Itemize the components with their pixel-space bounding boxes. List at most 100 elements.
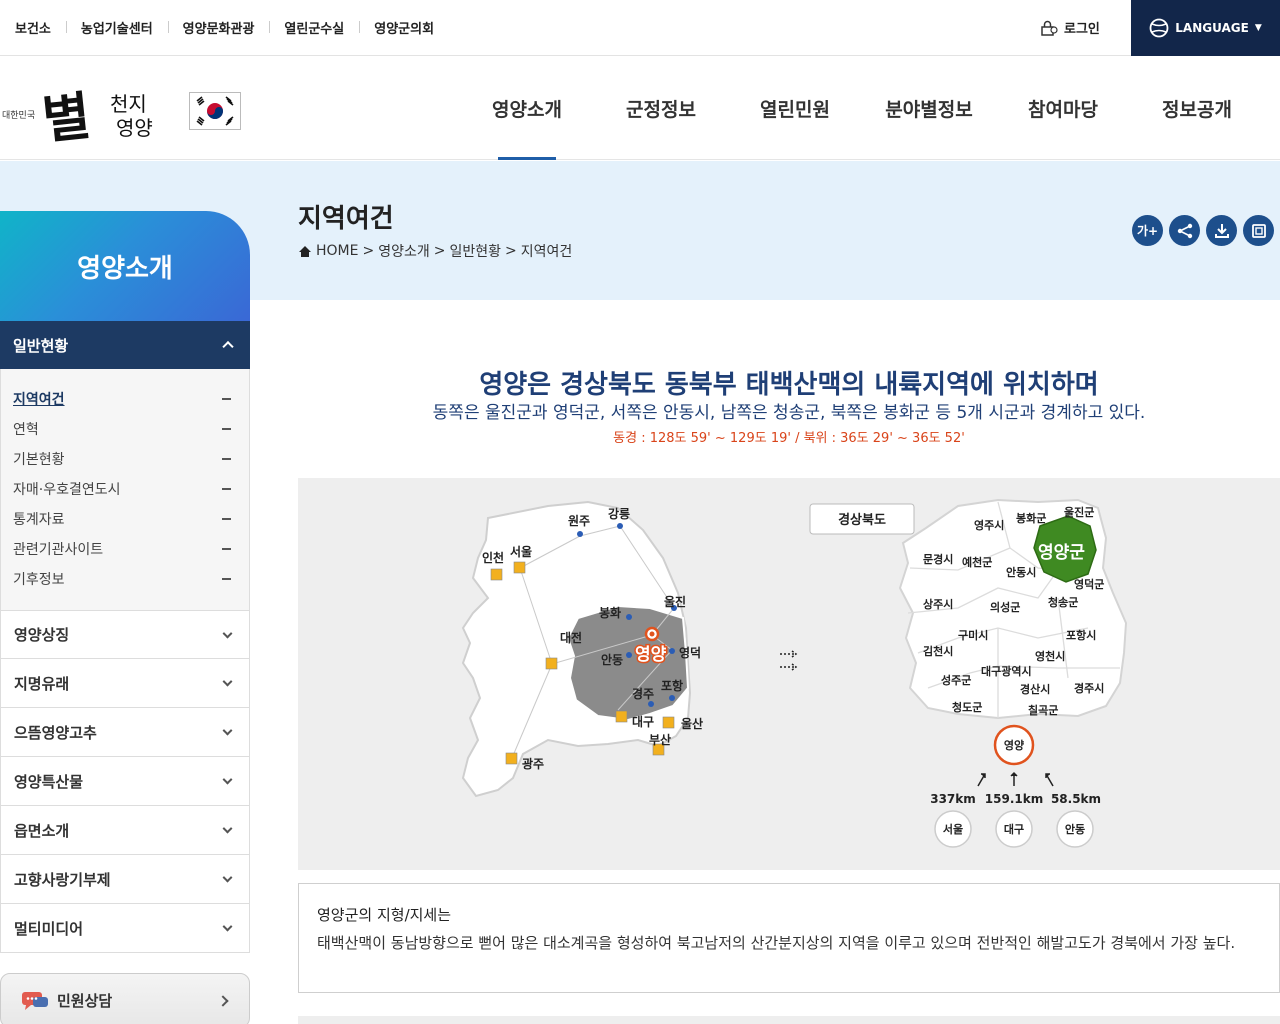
nav-civil[interactable]: 열린민원 [728,56,862,160]
submenu-item-stats[interactable]: 통계자료 [1,504,249,534]
login-button[interactable]: 로그인 [1040,0,1100,55]
sidebar-menu: 영양상징 지명유래 으뜸영양고추 영양특산물 읍면소개 고향사랑기부제 멀티미디… [0,610,250,953]
sidebar-item-label: 으뜸영양고추 [14,723,97,742]
submenu-item-history[interactable]: 연혁 [1,414,249,444]
sidebar-item-symbol[interactable]: 영양상징 [0,610,250,659]
language-button[interactable]: LANGUAGE ▼ [1131,0,1280,56]
login-label: 로그인 [1064,22,1100,37]
map-label-daejeon: 대전 [560,630,582,645]
top-link-agri[interactable]: 농업기술센터 [65,18,168,37]
map-label-pohang: 포항 [661,678,683,693]
submenu-item-sister[interactable]: 자매·우호결연도시 [1,474,249,504]
language-label: LANGUAGE [1175,21,1249,35]
chevron-down-icon [222,774,233,785]
gb-label-uiseong: 의성군 [990,600,1020,614]
distance-city-seoul: 서울 [943,822,963,836]
distance-km-andong: 58.5km [1051,792,1101,806]
sidebar-item-label: 멀티미디어 [14,919,84,938]
submenu-item-sites[interactable]: 관련기관사이트 [1,534,249,564]
location-map: 원주 강릉 인천 서울 봉화 울진 대전 안동 영양 영덕 경주 포항 대구 울… [298,478,1280,870]
sidebar-item-label: 읍면소개 [14,821,70,840]
chevron-down-icon [222,921,233,932]
gb-label-yeongdeok: 영덕군 [1074,577,1104,591]
gb-label-sangju: 상주시 [923,597,953,611]
breadcrumb-sep: > [362,243,375,259]
gb-map-label: 경상북도 [838,512,886,528]
gb-label-seongju: 성주군 [941,673,971,687]
logo-small-text: 대한민국 [2,111,36,121]
sidebar-item-general[interactable]: 일반현황 [0,321,250,369]
gb-label-yecheon: 예천군 [962,555,992,569]
chevron-down-icon [222,725,233,736]
home-icon [299,245,311,257]
civil-consult-button[interactable]: 민원상담 [0,973,250,1024]
sidebar-item-multimedia[interactable]: 멀티미디어 [0,904,250,953]
map-label-busan: 부산 [649,732,671,747]
gb-label-daegu: 대구광역시 [981,664,1032,678]
nav-participation[interactable]: 참여마당 [996,56,1130,160]
gb-label-chilgok: 칠곡군 [1028,703,1058,717]
map-label-uljin: 울진 [664,594,686,609]
print-icon [1251,223,1266,238]
map-label-seoul: 서울 [510,544,532,559]
gb-label-gyeongsan: 경산시 [1020,682,1050,696]
gb-label-yeongyang: 영양군 [1038,543,1085,563]
submenu-item-climate[interactable]: 기후정보 [1,564,249,594]
nav-disclosure[interactable]: 정보공개 [1130,56,1264,160]
breadcrumb-general[interactable]: 일반현황 [449,241,501,261]
top-link-mayor[interactable]: 열린군수실 [269,18,359,37]
top-link-health[interactable]: 보건소 [0,18,66,37]
sidebar-item-origin[interactable]: 지명유래 [0,659,250,708]
top-link-tour[interactable]: 영양문화관광 [167,18,270,37]
sidebar-item-specialty[interactable]: 영양특산물 [0,757,250,806]
distance-center-label: 영양 [1004,738,1024,752]
map-label-wonju: 원주 [568,514,590,528]
civil-consult-label: 민원상담 [57,992,113,1010]
page-title: 지역여건 [298,204,394,234]
map-label-gyeongju: 경주 [632,687,654,701]
distance-km-seoul: 337km [930,792,976,806]
download-icon [1214,223,1229,238]
lead-coordinates: 동경 : 128도 59' ~ 129도 19' / 북위 : 36도 29' … [613,431,965,446]
gb-label-gumi: 구미시 [958,628,988,642]
sidebar-title: 영양소개 [0,211,250,321]
globe-icon [1149,18,1169,38]
gb-label-andong: 안동시 [1006,565,1036,579]
font-size-button[interactable]: 가+ [1132,215,1163,246]
nav-field[interactable]: 분야별정보 [862,56,996,160]
breadcrumb-home[interactable]: HOME [316,243,358,259]
submenu-item-basic[interactable]: 기본현황 [1,444,249,474]
map-label-gwangju: 광주 [522,756,544,771]
site-logo[interactable]: 대한민국 별 천지 영양 [0,68,250,152]
sidebar-item-donation[interactable]: 고향사랑기부제 [0,855,250,904]
chevron-down-icon [222,628,233,639]
logo-sub-text: 천지 영양 [110,92,153,140]
map-label-andong: 안동 [601,652,623,667]
map-label-yeongyang: 영양 [635,645,667,665]
sidebar-item-label: 고향사랑기부제 [14,870,111,889]
sidebar-item-pepper[interactable]: 으뜸영양고추 [0,708,250,757]
page-tools: 가+ [1132,215,1274,246]
sidebar-item-label: 일반현황 [13,336,69,355]
breadcrumb-sep: > [433,243,446,259]
share-button[interactable] [1169,215,1200,246]
chevron-down-icon [222,676,233,687]
sidebar-item-label: 영양특산물 [14,772,84,791]
breadcrumb-intro[interactable]: 영양소개 [378,241,430,261]
nav-intro[interactable]: 영양소개 [460,56,594,160]
map-label-daegu: 대구 [632,715,654,729]
download-button[interactable] [1206,215,1237,246]
chevron-down-icon [222,872,233,883]
chevron-down-icon [222,340,234,353]
gb-label-bonghwa: 봉화군 [1016,511,1046,525]
submenu-item-region[interactable]: 지역여건 [1,384,249,414]
bottom-divider [298,1016,1280,1024]
top-links: 보건소 농업기술센터 영양문화관광 열린군수실 영양군의회 [0,0,449,55]
print-button[interactable] [1243,215,1274,246]
gb-label-cheongsong: 청송군 [1048,595,1078,609]
sidebar-item-towns[interactable]: 읍면소개 [0,806,250,855]
lead-headline: 영양은 경상북도 동북부 태백산맥의 내륙지역에 위치하며 [479,370,1099,400]
distance-km-daegu: 159.1km [985,792,1043,806]
top-link-council[interactable]: 영양군의회 [359,18,449,37]
nav-admin[interactable]: 군정정보 [594,56,728,160]
